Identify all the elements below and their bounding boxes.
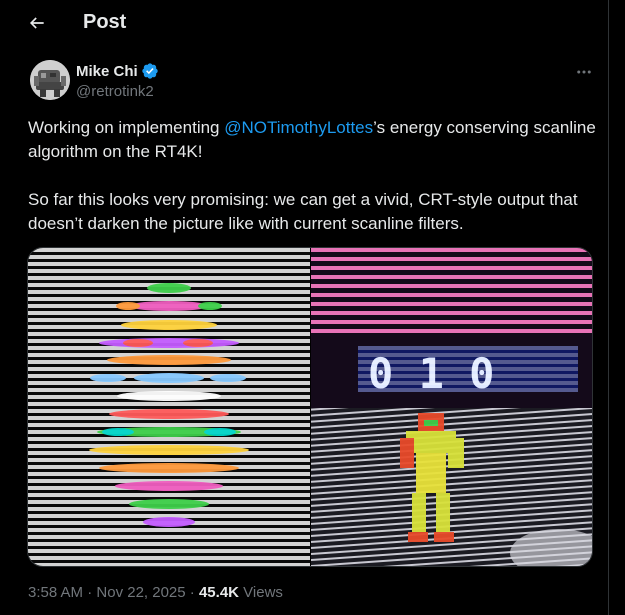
meta-separator: · bbox=[185, 584, 199, 601]
verified-badge-icon[interactable] bbox=[141, 62, 159, 80]
meta-separator: · bbox=[83, 584, 97, 601]
post-column: Post Mike Chi @retrotink2 Working on imp… bbox=[0, 0, 609, 615]
back-button[interactable] bbox=[22, 8, 52, 38]
tweet-paragraph-2: So far this looks very promising: we can… bbox=[28, 190, 578, 233]
author-name[interactable]: Mike Chi bbox=[76, 63, 138, 80]
more-button[interactable] bbox=[573, 62, 595, 82]
right-bottom-sprite-panel bbox=[311, 408, 592, 566]
page-title: Post bbox=[83, 11, 127, 33]
tweet-text: Working on implementing @NOTimothyLottes… bbox=[28, 116, 598, 236]
back-arrow-icon bbox=[29, 17, 44, 29]
post-time[interactable]: 3:58 AM bbox=[28, 584, 83, 601]
views-label: Views bbox=[239, 584, 283, 601]
avatar[interactable] bbox=[30, 60, 70, 100]
post-header: Post bbox=[0, 0, 608, 46]
tweet-paragraph-1: Working on implementing @NOTimothyLottes… bbox=[28, 116, 598, 164]
left-scanline-panel bbox=[28, 248, 310, 566]
tweet-text-part: Working on implementing bbox=[28, 118, 225, 137]
media-image: 0 1 0 bbox=[28, 248, 592, 566]
views-count: 45.4K bbox=[198, 584, 239, 601]
avatar-image bbox=[30, 60, 70, 100]
post-date[interactable]: Nov 22, 2025 bbox=[96, 584, 185, 601]
right-top-score-panel: 0 1 0 bbox=[311, 248, 592, 408]
author-handle[interactable]: @retrotink2 bbox=[76, 83, 154, 100]
author-name-row[interactable]: Mike Chi bbox=[76, 62, 159, 80]
mention-link[interactable]: @NOTimothyLottes bbox=[224, 118, 373, 137]
tweet-media[interactable]: 0 1 0 bbox=[27, 247, 593, 567]
post-meta: 3:58 AM · Nov 22, 2025 · 45.4K Views bbox=[28, 584, 283, 601]
more-icon bbox=[577, 70, 591, 74]
